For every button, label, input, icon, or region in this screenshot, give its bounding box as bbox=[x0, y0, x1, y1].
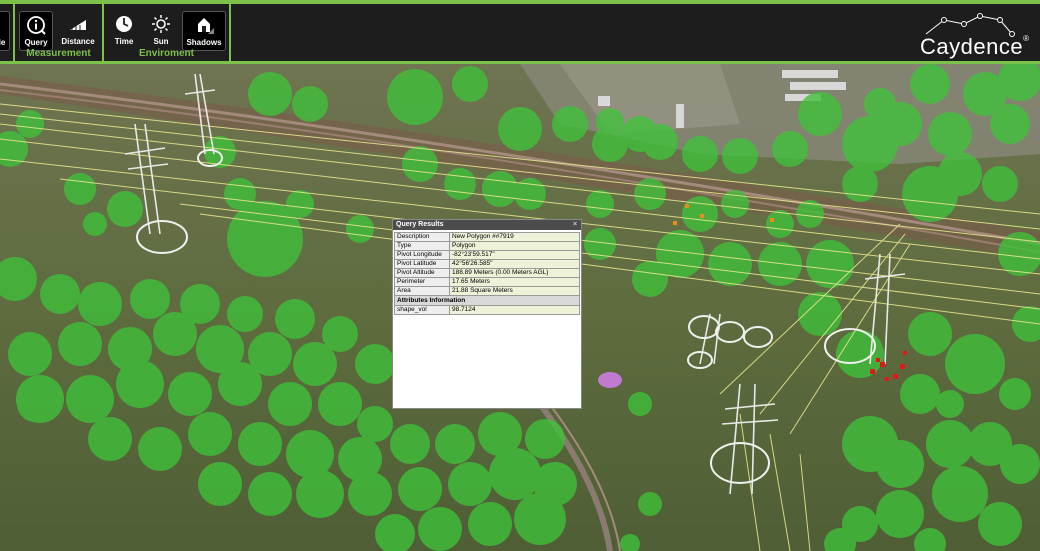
time-button-label: Time bbox=[114, 37, 134, 46]
table-row: Pivot Latitude 42°56'26.585" bbox=[394, 259, 580, 269]
shadows-icon bbox=[198, 18, 214, 34]
query-button-label: Query bbox=[24, 38, 48, 47]
property-name: Perimeter bbox=[394, 277, 450, 287]
shadows-button-label: Shadows bbox=[186, 38, 222, 47]
property-value: New Polygon ##7919 bbox=[449, 232, 580, 242]
table-row: Pivot Altitude 188.89 Meters (0.00 Meters… bbox=[394, 268, 580, 278]
environment-group-label: Enviroment bbox=[138, 48, 194, 59]
clock-icon bbox=[116, 16, 132, 32]
property-name: Type bbox=[394, 241, 450, 251]
dialog-title-bar[interactable]: Query Results × bbox=[393, 220, 581, 230]
caydence-logo: Caydence® bbox=[912, 12, 1032, 60]
property-name: Pivot Latitude bbox=[394, 259, 450, 269]
distance-ruler-icon bbox=[70, 20, 86, 30]
property-value: Polygon bbox=[449, 241, 580, 251]
logo-wordmark: Caydence® bbox=[920, 34, 1029, 60]
query-rows: Description New Polygon ##7919 Type Polygon… bbox=[394, 232, 580, 315]
environment-group: Time Sun Shadows Enviroment bbox=[104, 4, 231, 61]
time-button[interactable]: Time bbox=[108, 11, 140, 51]
logo-registered-mark: ® bbox=[1023, 34, 1030, 43]
table-row: Description New Polygon ##7919 bbox=[394, 232, 580, 242]
attribute-value: 98.7124 bbox=[449, 305, 580, 315]
query-button[interactable]: Query bbox=[19, 11, 53, 51]
property-name: Pivot Longitude bbox=[394, 250, 450, 260]
property-value: 21.88 Square Meters bbox=[449, 286, 580, 296]
table-row: Pivot Longitude -82°23'59.517" bbox=[394, 250, 580, 260]
sun-button-label: Sun bbox=[153, 37, 169, 46]
measurement-group-label: Measurement bbox=[26, 48, 91, 59]
property-value: 188.89 Meters (0.00 Meters AGL) bbox=[449, 268, 580, 278]
table-row: Area 21.88 Square Meters bbox=[394, 286, 580, 296]
property-value: 42°56'26.585" bbox=[449, 259, 580, 269]
property-value: -82°23'59.517" bbox=[449, 250, 580, 260]
attributes-header-row: Attributes Information bbox=[394, 295, 580, 306]
query-results-table: Description New Polygon ##7919 Type Polygon… bbox=[394, 232, 580, 315]
property-value: 17.65 Meters bbox=[449, 277, 580, 287]
toolbar: le Query Distance Measurement bbox=[0, 0, 1040, 64]
attribute-name: shape_vol bbox=[394, 305, 450, 315]
property-name: Description bbox=[394, 232, 450, 242]
selected-polygon bbox=[598, 372, 622, 388]
sun-button[interactable]: Sun bbox=[144, 11, 178, 51]
close-icon[interactable]: × bbox=[571, 220, 579, 230]
distance-button[interactable]: Distance bbox=[57, 11, 99, 51]
measurement-group: Query Distance Measurement bbox=[15, 4, 104, 61]
table-row: Perimeter 17.65 Meters bbox=[394, 277, 580, 287]
attributes-header: Attributes Information bbox=[394, 295, 580, 306]
property-name: Pivot Altitude bbox=[394, 268, 450, 278]
dialog-title: Query Results bbox=[396, 221, 444, 228]
shadows-button[interactable]: Shadows bbox=[182, 11, 226, 51]
sun-icon bbox=[152, 15, 170, 33]
logo-text: Caydence bbox=[920, 34, 1024, 59]
distance-button-label: Distance bbox=[61, 37, 95, 46]
left-partial-group bbox=[0, 4, 15, 61]
query-info-icon bbox=[27, 16, 46, 35]
query-results-dialog: Query Results × Description New Polygon #… bbox=[392, 219, 582, 409]
table-row: shape_vol 98.7124 bbox=[394, 305, 580, 315]
table-row: Type Polygon bbox=[394, 241, 580, 251]
property-name: Area bbox=[394, 286, 450, 296]
